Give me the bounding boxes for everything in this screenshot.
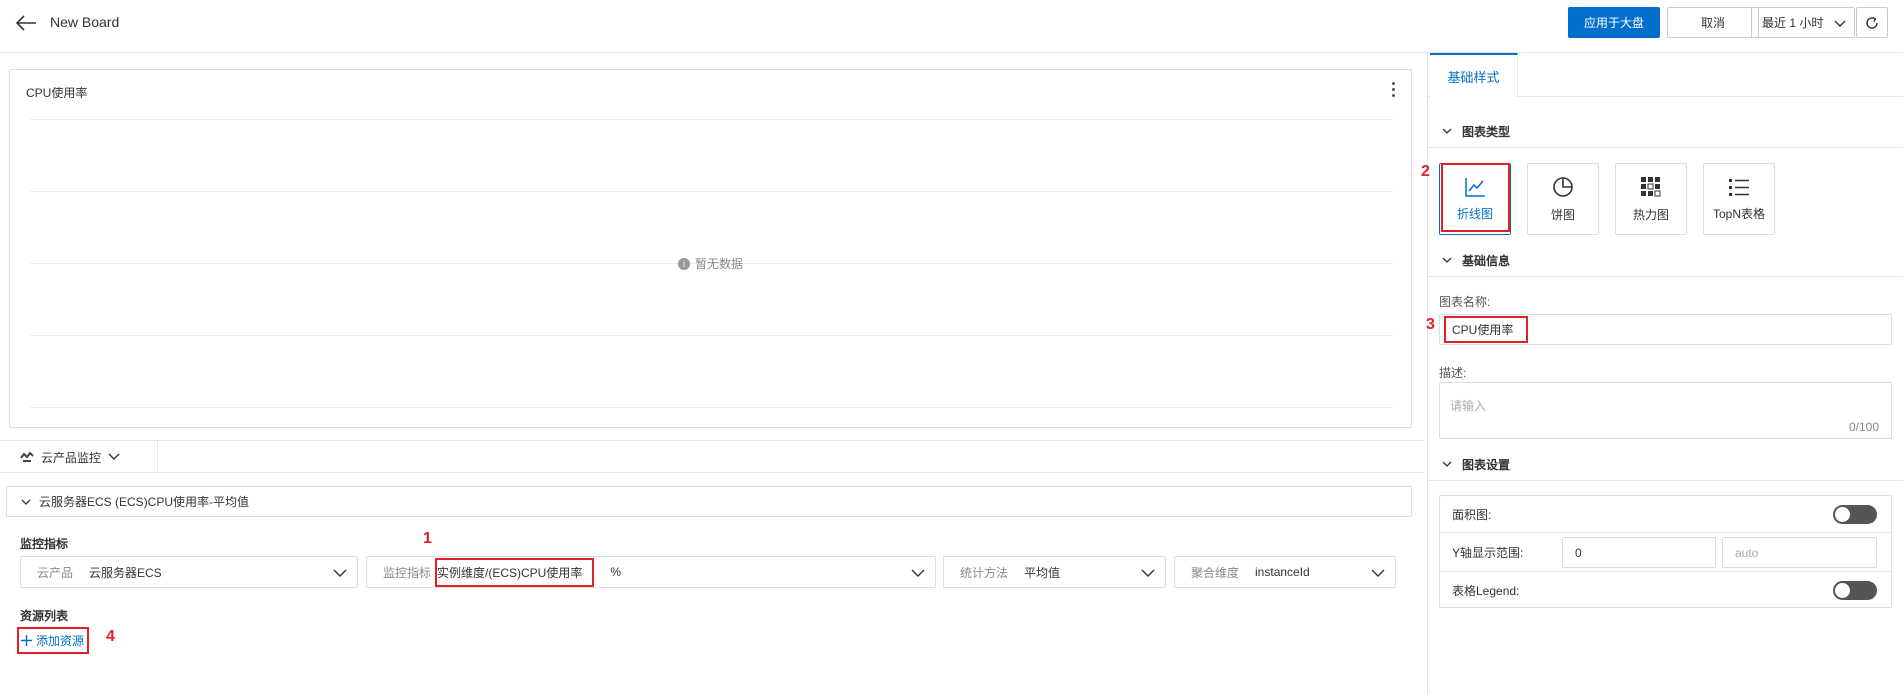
area-chart-toggle[interactable] [1833, 505, 1877, 524]
annotation-number-3: 3 [1426, 316, 1435, 333]
chevron-down-icon [333, 567, 347, 581]
tab-basic-style[interactable]: 基础样式 [1430, 53, 1518, 97]
grid-line [30, 335, 1393, 336]
aggregation-dimension-select[interactable]: 聚合维度 instanceId [1174, 556, 1396, 588]
data-source-bar: 云产品监控 [0, 440, 1425, 473]
chart-preview-title: CPU使用率 [26, 86, 88, 100]
chevron-down-icon [1371, 567, 1385, 581]
apply-to-board-button[interactable]: 应用于大盘 [1568, 7, 1660, 38]
table-legend-toggle[interactable] [1833, 581, 1877, 600]
cloud-monitor-icon [20, 451, 34, 462]
chevron-down-icon [1442, 128, 1452, 134]
area-chart-row: 面积图: [1440, 496, 1891, 533]
chart-settings-section-header[interactable]: 图表设置 [1428, 448, 1903, 480]
metric-section-label: 监控指标 [20, 537, 69, 551]
annotation-number-1: 1 [423, 530, 432, 547]
grid-line [30, 119, 1393, 120]
panel-divider [1427, 53, 1428, 694]
chart-type-label: 饼图 [1550, 207, 1575, 222]
y-axis-max-placeholder: auto [1735, 545, 1759, 560]
annotation-highlight-4 [17, 627, 89, 654]
chart-preview-card: CPU使用率 i 暂无数据 [9, 69, 1412, 428]
section-divider [1428, 480, 1903, 481]
chevron-down-icon [1141, 567, 1155, 581]
chart-type-section-title: 图表类型 [1462, 124, 1511, 139]
statistic-method-label: 统计方法 [960, 565, 1009, 580]
chevron-down-icon [1834, 18, 1846, 32]
list-icon [1729, 178, 1749, 196]
grid-line [30, 191, 1393, 192]
chart-settings-box: 面积图: Y轴显示范围: 0 auto 表格Legend: [1439, 495, 1892, 608]
chevron-down-icon [1442, 257, 1452, 263]
refresh-button[interactable] [1856, 7, 1888, 38]
data-source-tab[interactable]: 云产品监控 [0, 441, 158, 473]
annotation-highlight-1 [435, 558, 594, 587]
aggregation-dimension-label: 聚合维度 [1191, 565, 1240, 580]
back-arrow-icon[interactable] [14, 12, 38, 34]
metric-group-title: 云服务器ECS (ECS)CPU使用率-平均值 [39, 495, 250, 509]
style-tabs: 基础样式 [1428, 53, 1903, 97]
table-legend-label: 表格Legend: [1452, 584, 1520, 598]
y-axis-min-value: 0 [1575, 545, 1582, 560]
annotation-number-4: 4 [106, 628, 115, 645]
chart-type-section-header[interactable]: 图表类型 [1428, 115, 1903, 147]
resource-list-label: 资源列表 [20, 609, 69, 623]
chevron-down-icon [911, 567, 925, 581]
more-options-icon[interactable] [1385, 80, 1401, 98]
description-char-count: 0/100 [1848, 420, 1879, 434]
area-chart-label: 面积图: [1452, 507, 1492, 522]
chevron-down-icon [21, 499, 31, 505]
chart-type-label: 热力图 [1632, 207, 1669, 222]
cancel-button[interactable]: 取消 [1667, 7, 1759, 38]
description-label: 描述: [1439, 366, 1467, 380]
data-source-label: 云产品监控 [41, 450, 102, 465]
chart-settings-section-title: 图表设置 [1462, 457, 1511, 472]
chevron-down-icon [108, 453, 120, 460]
statistic-method-select[interactable]: 统计方法 平均值 [943, 556, 1166, 588]
y-axis-min-input[interactable]: 0 [1562, 537, 1716, 568]
aggregation-dimension-value: instanceId [1255, 565, 1310, 579]
board-title: New Board [50, 14, 120, 30]
heatmap-icon [1641, 176, 1661, 196]
chart-type-heatmap[interactable]: 热力图 [1615, 163, 1687, 235]
basic-info-section-header[interactable]: 基础信息 [1428, 244, 1903, 276]
chart-type-topn-table[interactable]: TopN表格 [1703, 163, 1775, 235]
time-range-value: 最近 1 小时 [1762, 16, 1824, 30]
y-axis-range-label: Y轴显示范围: [1452, 545, 1524, 560]
metric-label: 监控指标 [383, 565, 432, 580]
basic-info-section-title: 基础信息 [1462, 253, 1511, 268]
annotation-number-2: 2 [1421, 163, 1430, 180]
section-divider [1428, 276, 1903, 277]
chart-name-label: 图表名称: [1439, 295, 1491, 309]
no-data-message: i 暂无数据 [678, 255, 743, 272]
no-data-text: 暂无数据 [695, 257, 744, 271]
annotation-highlight-3 [1444, 316, 1528, 343]
y-axis-max-input[interactable]: auto [1722, 537, 1877, 568]
top-bar: New Board 应用于大盘 取消 最近 1 小时 [0, 0, 1903, 53]
metric-group-header[interactable]: 云服务器ECS (ECS)CPU使用率-平均值 [6, 486, 1412, 517]
pie-chart-icon [1553, 176, 1573, 197]
statistic-method-value: 平均值 [1024, 565, 1061, 580]
chart-type-pie[interactable]: 饼图 [1527, 163, 1599, 235]
y-axis-range-row: Y轴显示范围: 0 auto [1440, 533, 1891, 572]
cloud-product-select[interactable]: 云产品 云服务器ECS [20, 556, 358, 588]
section-divider [1428, 147, 1903, 148]
cloud-product-value: 云服务器ECS [89, 565, 162, 580]
refresh-icon [1866, 16, 1878, 29]
annotation-highlight-2 [1441, 163, 1510, 232]
time-range-select[interactable]: 最近 1 小时 [1751, 7, 1855, 38]
info-icon: i [678, 257, 690, 270]
table-legend-row: 表格Legend: [1440, 572, 1891, 609]
cloud-product-label: 云产品 [37, 565, 74, 580]
chevron-down-icon [1442, 461, 1452, 467]
description-placeholder: 请输入 [1450, 399, 1487, 413]
metric-unit: % [610, 565, 622, 579]
description-textarea[interactable]: 请输入 0/100 [1439, 382, 1892, 439]
chart-type-label: TopN表格 [1712, 206, 1765, 221]
grid-line [30, 407, 1393, 408]
